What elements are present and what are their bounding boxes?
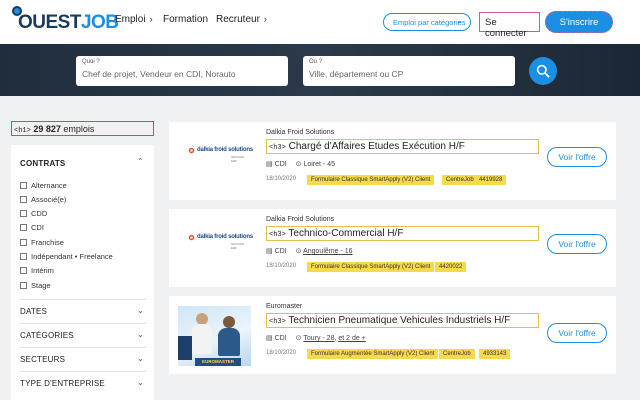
top-header: OUESTJOB Emploi › Formation Recruteur › Em… (0, 0, 640, 44)
divider (20, 323, 146, 324)
divider (20, 371, 146, 372)
dalkia-logo-icon (188, 147, 195, 154)
chevron-down-icon: ⌄ (456, 16, 463, 25)
job-badge: 4933143 (479, 349, 511, 359)
filter-checkbox-stage[interactable]: Stage (20, 281, 51, 290)
briefcase-icon: ▤ (266, 335, 273, 342)
checkbox[interactable] (20, 267, 27, 274)
job-badge: Formulaire Augmentée SmartApply (V2) Cli… (307, 349, 439, 359)
filter-checkbox-associe[interactable]: Associé(e) (20, 195, 66, 204)
company-logo: dalkia froid solutions GROUPE EDF (187, 146, 253, 164)
filters-panel: CONTRATS ⌃ Alternance Associé(e) CDD CDI… (11, 145, 154, 400)
nav-emploi[interactable]: Emploi › (115, 14, 153, 25)
job-meta: ▤ CDI ⊙ Angoulême - 16 (266, 248, 353, 255)
login-button[interactable]: Se connecter (479, 12, 540, 39)
filter-checkbox-cdd[interactable]: CDD (20, 209, 47, 218)
location-pin-icon: ⊙ (295, 335, 302, 342)
what-search-input[interactable] (82, 69, 282, 79)
what-search-field[interactable]: Quoi ? (76, 56, 288, 86)
checkbox[interactable] (20, 182, 27, 189)
job-badge: CentreJob (442, 175, 478, 185)
ouestjob-logo[interactable]: OUESTJOB (12, 6, 119, 36)
chevron-up-icon[interactable]: ⌃ (137, 157, 144, 166)
results-count: <h1> 29 827 emplois (11, 121, 154, 136)
chevron-down-icon[interactable]: ⌄ (137, 330, 144, 339)
nav-formation[interactable]: Formation (163, 14, 208, 25)
chevron-down-icon[interactable]: ⌄ (137, 354, 144, 363)
company-logo: dalkia froid solutions GROUPE EDF (187, 233, 253, 251)
logo-suffix: JOB (80, 12, 119, 33)
dalkia-logo-icon (188, 234, 195, 241)
job-location[interactable]: Angoulême - 16 (303, 248, 352, 255)
category-dropdown-button[interactable]: Emploi par catégories ⌄ (383, 13, 471, 31)
filter-checkbox-interim[interactable]: Intérim (20, 266, 54, 275)
company-name: Dalkia Froid Solutions (266, 129, 335, 136)
filter-secteurs-title[interactable]: SECTEURS (20, 355, 65, 364)
euromaster-logo: EUROMASTER (195, 358, 241, 366)
divider (20, 299, 146, 300)
view-offer-button[interactable]: Voir l'offre (547, 147, 607, 167)
checkbox[interactable] (20, 239, 27, 246)
filter-checkbox-cdi[interactable]: CDI (20, 223, 44, 232)
job-badge: CentreJob (439, 349, 475, 359)
filter-checkbox-alternance[interactable]: Alternance (20, 181, 67, 190)
job-badge: 4419928 (475, 175, 507, 185)
job-date: 18/10/2020 (266, 263, 297, 269)
checkbox[interactable] (20, 210, 27, 217)
job-title[interactable]: <h3> Technicien Pneumatique Vehicules In… (266, 313, 539, 328)
briefcase-icon: ▤ (266, 161, 273, 168)
job-meta: ▤ CDI ⊙ Toury - 28, et 2 de + (266, 335, 366, 342)
filter-contrats-title[interactable]: CONTRATS (20, 159, 65, 168)
filter-dates-title[interactable]: DATES (20, 307, 47, 316)
location-pin-icon: ⊙ (295, 248, 302, 255)
job-title[interactable]: <h3> Technico-Commercial H/F (266, 226, 539, 241)
view-offer-button[interactable]: Voir l'offre (547, 323, 607, 343)
logo-prefix: OUEST (18, 12, 81, 33)
location-pin-icon: ⊙ (295, 161, 302, 168)
briefcase-icon: ▤ (266, 248, 273, 255)
checkbox[interactable] (20, 196, 27, 203)
job-title[interactable]: <h3> Chargé d'Affaires Etudes Exécution … (266, 139, 539, 154)
checkbox[interactable] (20, 224, 27, 231)
signup-button[interactable]: S'inscrire (545, 11, 613, 33)
job-badge: Formulaire Classique SmartApply (V2) Cli… (307, 175, 435, 185)
where-label: Où ? (309, 59, 323, 65)
company-name: Euromaster (266, 303, 303, 310)
checkbox[interactable] (20, 282, 27, 289)
job-date: 18/10/2020 (266, 176, 297, 182)
search-icon (536, 64, 550, 78)
where-search-field[interactable]: Où ? (303, 56, 515, 86)
job-badge: Formulaire Classique SmartApply (V2) Cli… (307, 262, 435, 272)
checkbox[interactable] (20, 253, 27, 260)
job-badge: 4420022 (435, 262, 467, 272)
chevron-down-icon[interactable]: ⌄ (137, 306, 144, 315)
chevron-down-icon[interactable]: ⌄ (137, 378, 144, 387)
where-search-input[interactable] (309, 69, 509, 79)
job-card[interactable]: dalkia froid solutions GROUPE EDF Dalkia… (169, 209, 616, 287)
filter-checkbox-independant[interactable]: Indépendant • Freelance (20, 252, 113, 261)
nav-recruteur[interactable]: Recruteur › (216, 14, 267, 25)
divider (20, 347, 146, 348)
chevron-right-icon: › (263, 14, 267, 24)
filter-checkbox-franchise[interactable]: Franchise (20, 238, 64, 247)
job-location[interactable]: Toury - 28 (303, 335, 334, 342)
job-location[interactable]: Loiret - 45 (303, 161, 335, 168)
job-card[interactable]: dalkia froid solutions GROUPE EDF Dalkia… (169, 122, 616, 200)
filter-type-entreprise-title[interactable]: TYPE D'ENTREPRISE (20, 379, 105, 388)
what-label: Quoi ? (82, 59, 100, 65)
job-date: 18/10/2020 (266, 350, 297, 356)
search-button[interactable] (529, 57, 557, 85)
filter-categories-title[interactable]: CATÉGORIES (20, 331, 74, 340)
chevron-right-icon: › (149, 14, 153, 24)
view-offer-button[interactable]: Voir l'offre (547, 234, 607, 254)
company-photo: EUROMASTER (178, 306, 251, 366)
more-locations-link[interactable]: et 2 de + (338, 335, 365, 342)
job-meta: ▤ CDI ⊙ Loiret - 45 (266, 161, 335, 168)
job-card[interactable]: EUROMASTER Euromaster <h3> Technicien Pn… (169, 296, 616, 374)
company-name: Dalkia Froid Solutions (266, 216, 335, 223)
